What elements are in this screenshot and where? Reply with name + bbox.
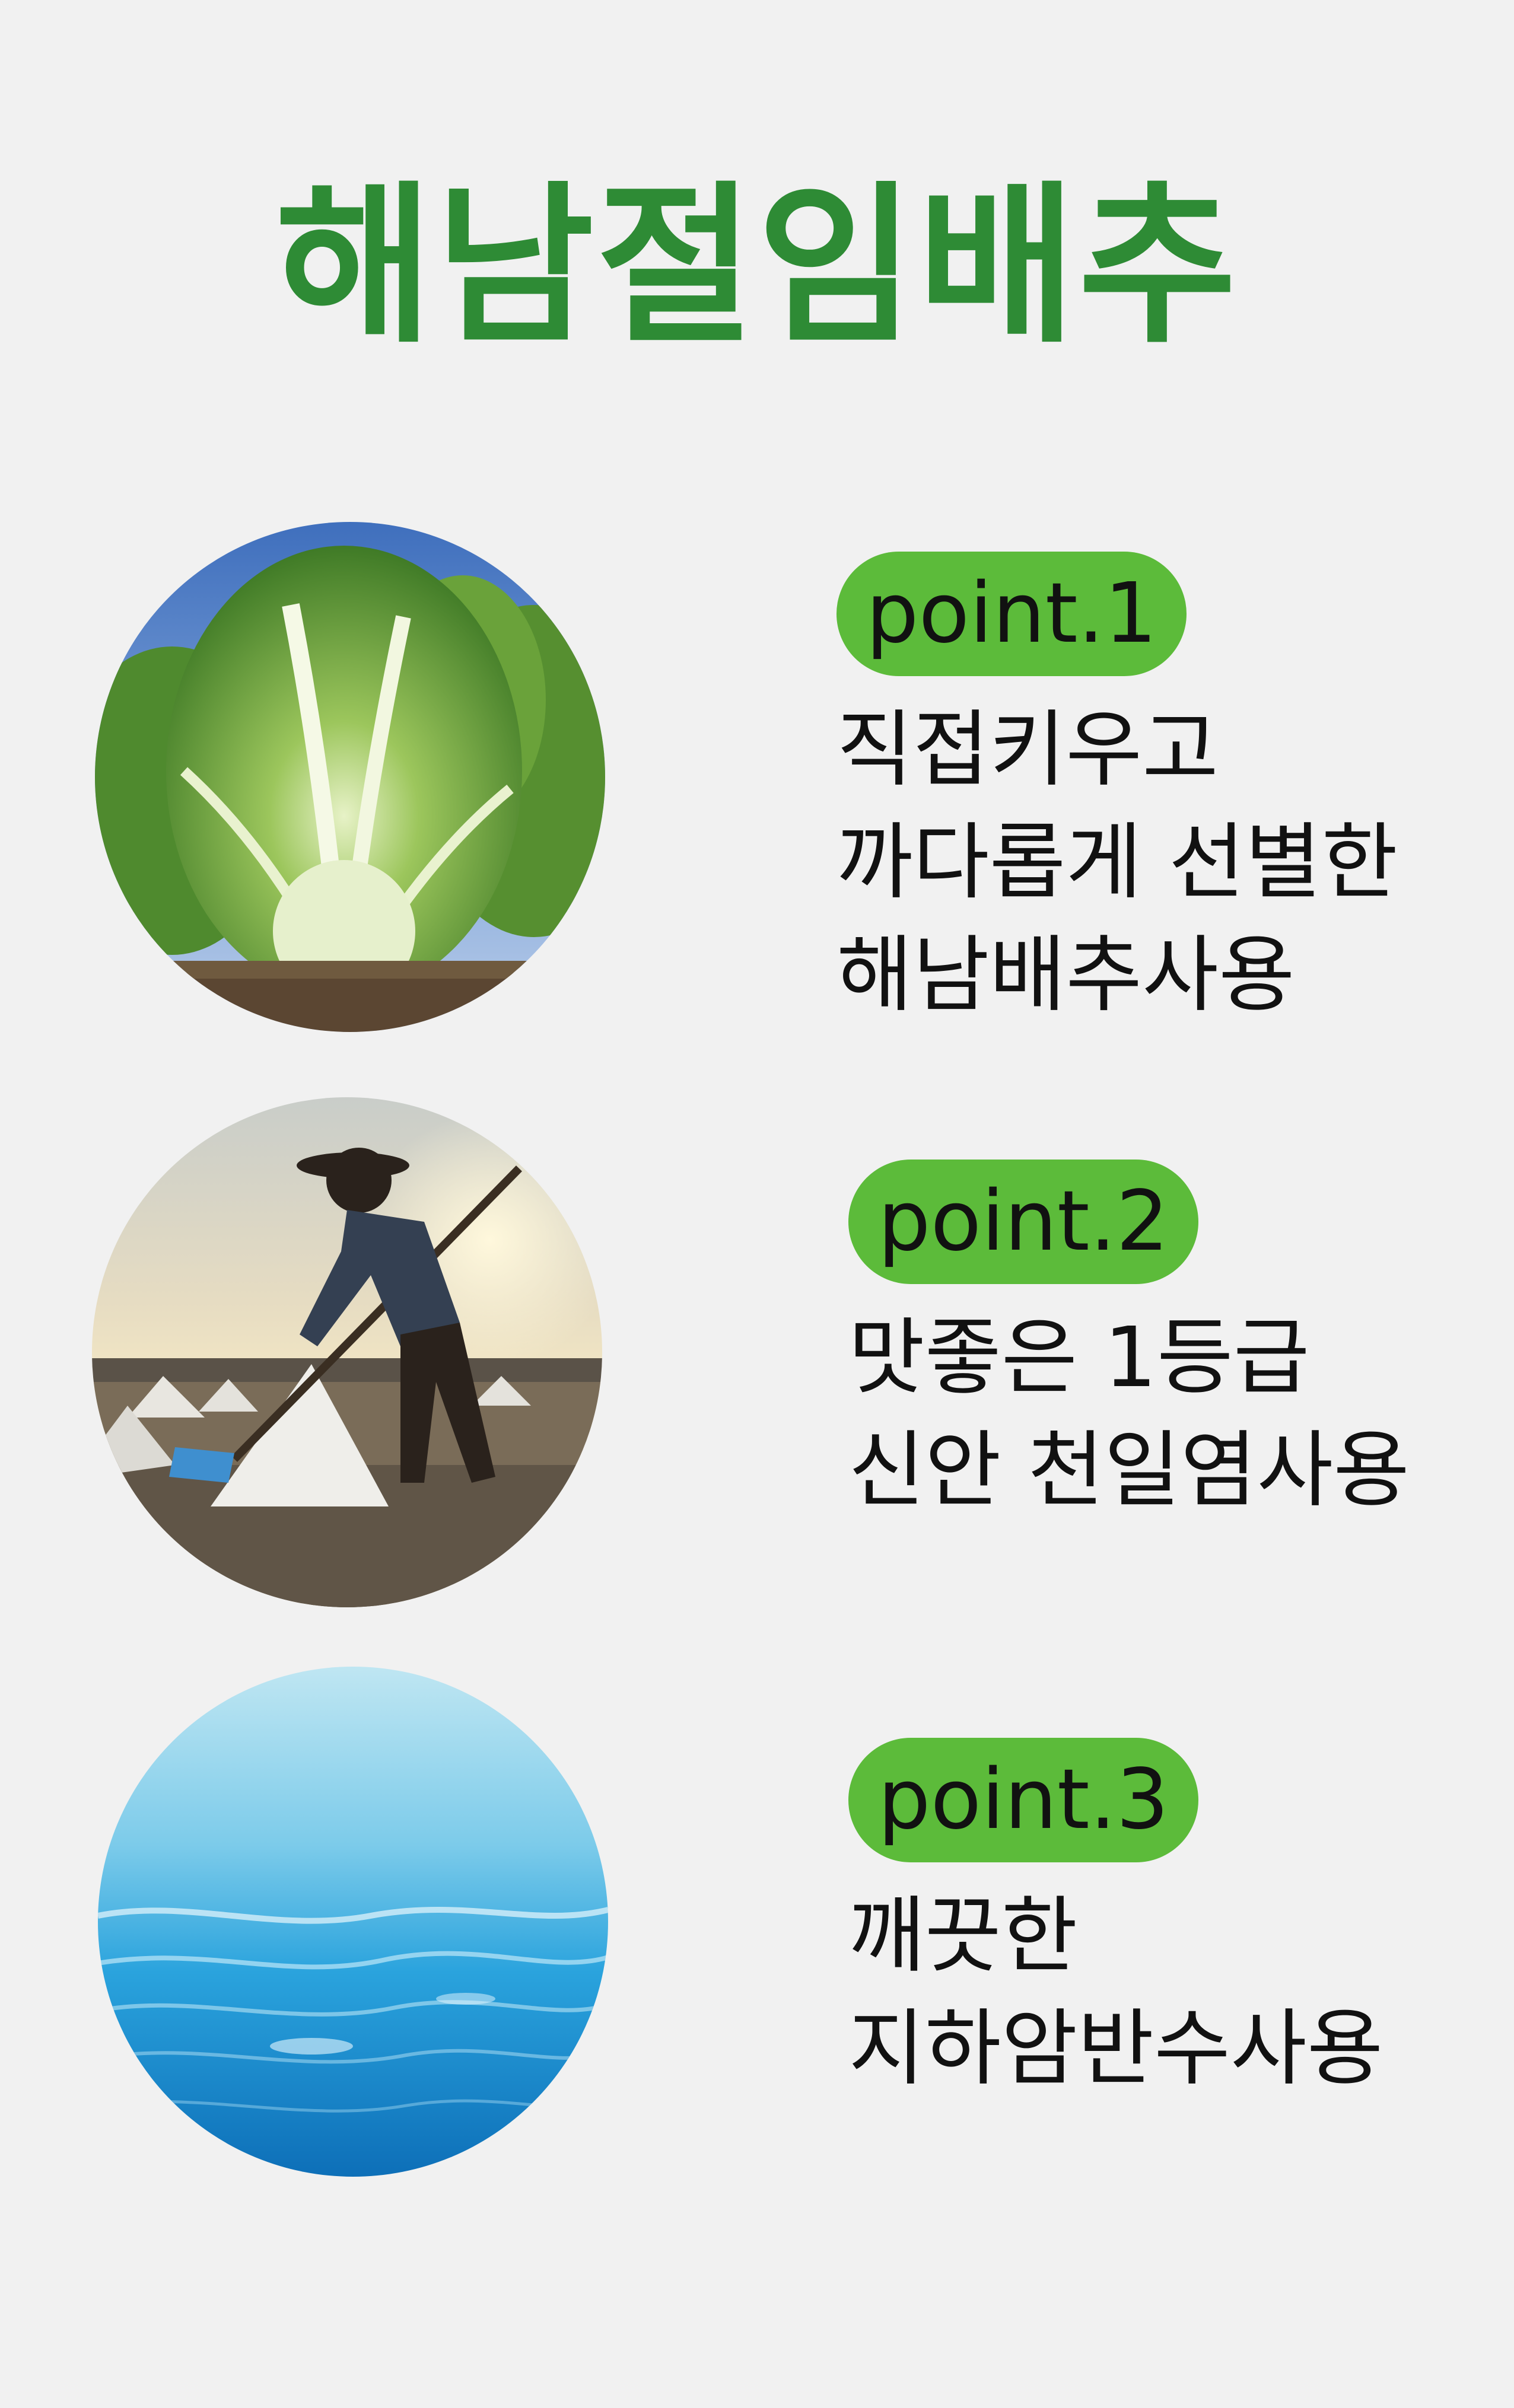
point-2-line-2: 신안 천일염사용	[848, 1422, 1410, 1519]
point-3-description: 깨끗한 지하암반수사용	[848, 1880, 1383, 2106]
point-3-badge: point.3	[848, 1738, 1198, 1862]
point-2-badge: point.2	[848, 1160, 1198, 1284]
point-1-badge: point.1	[836, 552, 1187, 676]
point-3-line-1: 깨끗한	[848, 1888, 1078, 1985]
clear-water-photo	[98, 1667, 608, 2177]
salt-farmer-photo	[92, 1097, 602, 1607]
point-1-line-2: 까다롭게 선별한	[836, 814, 1398, 911]
point-2-line-1: 맛좋은 1등급	[848, 1310, 1310, 1406]
point-3-line-2: 지하암반수사용	[848, 2001, 1383, 2097]
point-1-description: 직접키우고 까다롭게 선별한 해남배추사용	[836, 694, 1398, 1032]
point-1-line-1: 직접키우고	[836, 702, 1219, 798]
napa-cabbage-photo	[95, 522, 605, 1032]
point-2-description: 맛좋은 1등급 신안 천일염사용	[848, 1302, 1410, 1527]
page-title: 해남절임배추	[275, 167, 1239, 367]
point-1-line-3: 해남배추사용	[836, 927, 1295, 1024]
